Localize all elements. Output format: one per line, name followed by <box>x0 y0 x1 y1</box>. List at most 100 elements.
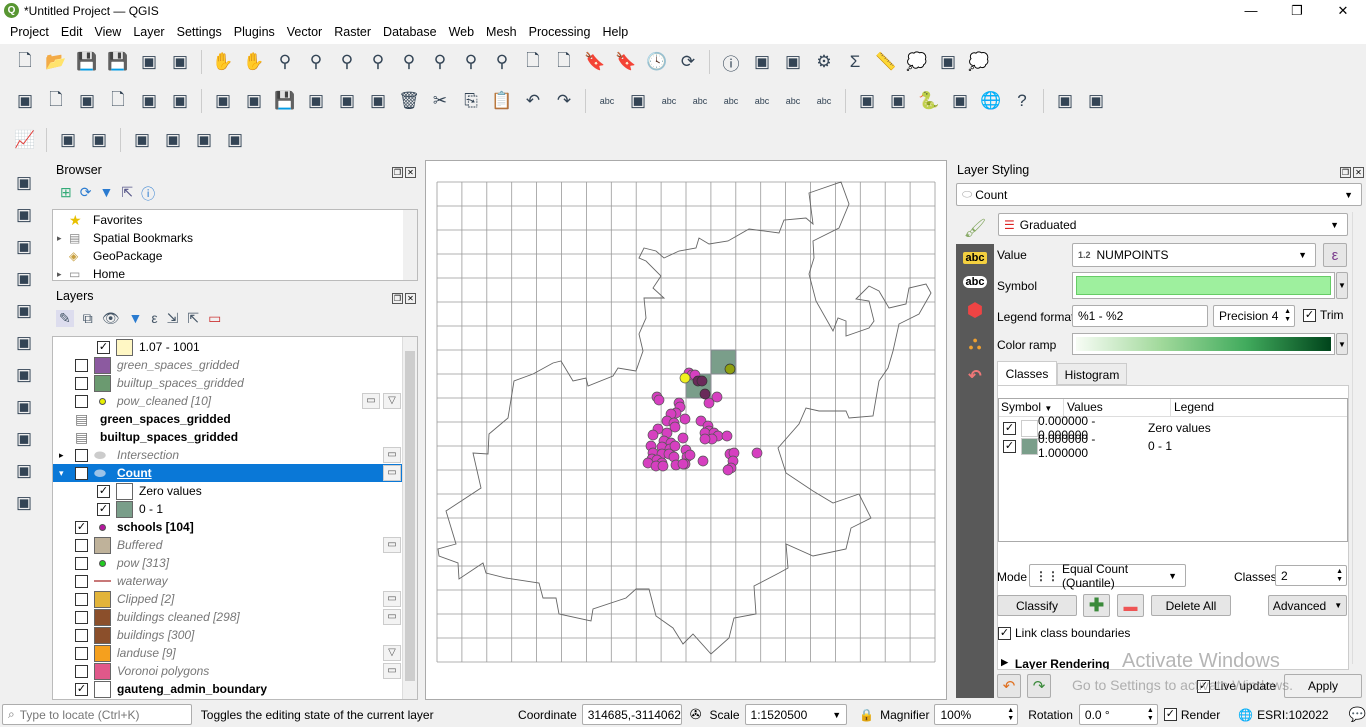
statistics-icon[interactable]: Σ <box>842 49 868 75</box>
rotation-spinbox[interactable]: 0.0 ° ▲ ▼ <box>1078 704 1158 725</box>
print-layout-icon[interactable]: ▣ <box>136 49 162 75</box>
menu-view[interactable]: View <box>88 22 127 44</box>
class-checkbox[interactable]: ✓ <box>1003 421 1016 435</box>
float-icon[interactable]: ❐ <box>392 293 403 304</box>
spin-arrows-icon[interactable]: ▲ ▼ <box>1336 568 1343 584</box>
add-wcs-icon[interactable]: ▣ <box>11 458 37 484</box>
menu-layer[interactable]: Layer <box>127 22 170 44</box>
toggle-editing-icon[interactable]: ▣ <box>241 88 267 114</box>
layers-scrollbar[interactable] <box>402 337 417 699</box>
crs-button[interactable]: 🌐 ESRI:102022 <box>1238 708 1328 722</box>
redo-icon[interactable]: ↷ <box>551 88 577 114</box>
add-selected-icon[interactable]: ⊞ <box>60 184 72 204</box>
layer-item[interactable]: buildings [300] <box>53 626 402 644</box>
filter-indicator-icon[interactable]: ▽ <box>383 393 401 409</box>
delete-icon[interactable]: 🗑 <box>396 88 422 114</box>
magnifier-spinbox[interactable]: 100% ▲ ▼ <box>934 704 1019 725</box>
layer-item[interactable]: ✓ gauteng_admin_boundary <box>53 680 402 698</box>
geometry-checker-icon[interactable]: ▣ <box>1052 88 1078 114</box>
digitizing-icon[interactable]: ▣ <box>86 127 112 153</box>
layout-manager-icon[interactable]: ▣ <box>167 49 193 75</box>
select-location-icon[interactable]: ▣ <box>222 127 248 153</box>
menu-vector[interactable]: Vector <box>281 22 328 44</box>
style-manager-icon[interactable]: ✎ <box>56 310 74 327</box>
memory-layer-indicator-icon[interactable]: ▭ <box>383 591 401 607</box>
layer-visibility-checkbox[interactable]: ✓ <box>97 484 110 498</box>
add-virtual-icon[interactable]: ▣ <box>11 330 37 356</box>
class-row[interactable]: ✓ 0.000000 - 1.000000 0 - 1 <box>999 432 1347 460</box>
layer-item[interactable]: ▾ ✓ ⬬ Count ▭ <box>53 464 402 482</box>
layer-visibility-checkbox[interactable] <box>75 538 88 552</box>
measure-icon[interactable]: 📏 <box>873 49 899 75</box>
scale-select[interactable]: 1:1520500 ▼ <box>744 704 848 725</box>
layer-visibility-checkbox[interactable]: ✓ <box>97 340 110 354</box>
memory-layer-indicator-icon[interactable]: ▭ <box>383 609 401 625</box>
open-project-icon[interactable]: 📂 <box>43 49 69 75</box>
coordinate-input[interactable]: 314685,-3114062 <box>581 704 682 725</box>
layer-item[interactable]: pow_cleaned [10] ▭ ▽ <box>53 392 402 410</box>
layer-rendering-section[interactable]: ▶ Layer Rendering <box>1001 657 1110 669</box>
cut-icon[interactable]: ✂ <box>427 88 453 114</box>
menu-web[interactable]: Web <box>443 22 480 44</box>
add-postgis-icon[interactable]: ▣ <box>11 362 37 388</box>
refresh-icon[interactable]: ⟳ <box>675 49 701 75</box>
undo-icon[interactable]: ↶ <box>520 88 546 114</box>
layer-visibility-checkbox[interactable]: ✓ <box>75 466 88 480</box>
close-icon[interactable]: ✕ <box>405 293 416 304</box>
class-legend[interactable]: 0 - 1 <box>1145 439 1172 453</box>
expand-icon[interactable]: ▸ <box>53 450 75 461</box>
zoom-native-icon[interactable]: ⚲ <box>427 49 453 75</box>
advanced-button[interactable]: Advanced ▼ <box>1268 595 1347 616</box>
show-bookmarks-icon[interactable]: 🔖 <box>613 49 639 75</box>
zoom-in-icon[interactable]: ⚲ <box>272 49 298 75</box>
layer-item[interactable]: Voronoi polygons ▭ <box>53 662 402 680</box>
close-button[interactable]: ✕ <box>1320 0 1366 22</box>
expression-button[interactable]: ε <box>1323 243 1347 267</box>
zoom-out-icon[interactable]: ⚲ <box>303 49 329 75</box>
layer-item[interactable]: Buffered ▭ <box>53 536 402 554</box>
new-map-view-icon[interactable]: 🗋 <box>520 49 546 75</box>
rotate-label-icon[interactable]: abc <box>749 88 775 114</box>
memory-layer-indicator-icon[interactable]: ▭ <box>383 663 401 679</box>
float-icon[interactable]: ❐ <box>1340 167 1351 178</box>
bookmark-icon[interactable]: 🔖 <box>582 49 608 75</box>
paste-icon[interactable]: 📋 <box>489 88 515 114</box>
raster-calc-icon[interactable]: ▣ <box>947 88 973 114</box>
highlight-label-icon[interactable]: abc <box>687 88 713 114</box>
zoom-to-layer-icon[interactable]: ⚲ <box>396 49 422 75</box>
class-legend[interactable]: Zero values <box>1145 421 1211 435</box>
vertex-tool-icon[interactable]: ▣ <box>334 88 360 114</box>
locator-input[interactable]: ⌕ Type to locate (Ctrl+K) <box>2 704 192 725</box>
zoom-full-icon[interactable]: ⚲ <box>334 49 360 75</box>
pan-icon[interactable]: ✋ <box>210 49 236 75</box>
modify-attributes-icon[interactable]: ▣ <box>365 88 391 114</box>
annotation-icon[interactable]: 💭 <box>904 49 930 75</box>
layer-visibility-checkbox[interactable] <box>75 448 88 462</box>
styling-scrollbar[interactable] <box>1352 212 1366 664</box>
float-icon[interactable]: ❐ <box>392 167 403 178</box>
layer-select[interactable]: ⬭ Count ▼ <box>956 183 1362 206</box>
close-icon[interactable]: ✕ <box>405 167 416 178</box>
menu-project[interactable]: Project <box>4 22 55 44</box>
layer-visibility-checkbox[interactable] <box>75 592 88 606</box>
layer-visibility-checkbox[interactable]: ✓ <box>75 682 88 696</box>
menu-raster[interactable]: Raster <box>328 22 377 44</box>
menu-help[interactable]: Help <box>596 22 634 44</box>
filter-expression-icon[interactable]: ε <box>151 310 157 327</box>
filter-icon[interactable]: ▼ <box>99 184 113 204</box>
change-label-icon[interactable]: abc <box>780 88 806 114</box>
memory-layer-indicator-icon[interactable]: ▭ <box>383 447 401 463</box>
layer-visibility-checkbox[interactable] <box>75 376 88 390</box>
save-as-icon[interactable]: 💾 <box>105 49 131 75</box>
add-vector-icon[interactable]: ▣ <box>11 170 37 196</box>
map-svg[interactable] <box>426 161 948 701</box>
menu-settings[interactable]: Settings <box>171 22 228 44</box>
add-raster-icon[interactable]: ▣ <box>11 202 37 228</box>
lock-scale-icon[interactable]: 🔒 <box>859 708 874 722</box>
collapse-all-icon[interactable]: ⇱ <box>121 184 133 204</box>
layer-item[interactable]: ✓ 0 - 1 <box>53 500 402 518</box>
reload-icon[interactable]: ▣ <box>1083 88 1109 114</box>
3d-view-tab-icon[interactable]: ⬢ <box>967 300 983 321</box>
wms-icon[interactable]: ▣ <box>885 88 911 114</box>
pin-label-icon[interactable]: abc <box>656 88 682 114</box>
